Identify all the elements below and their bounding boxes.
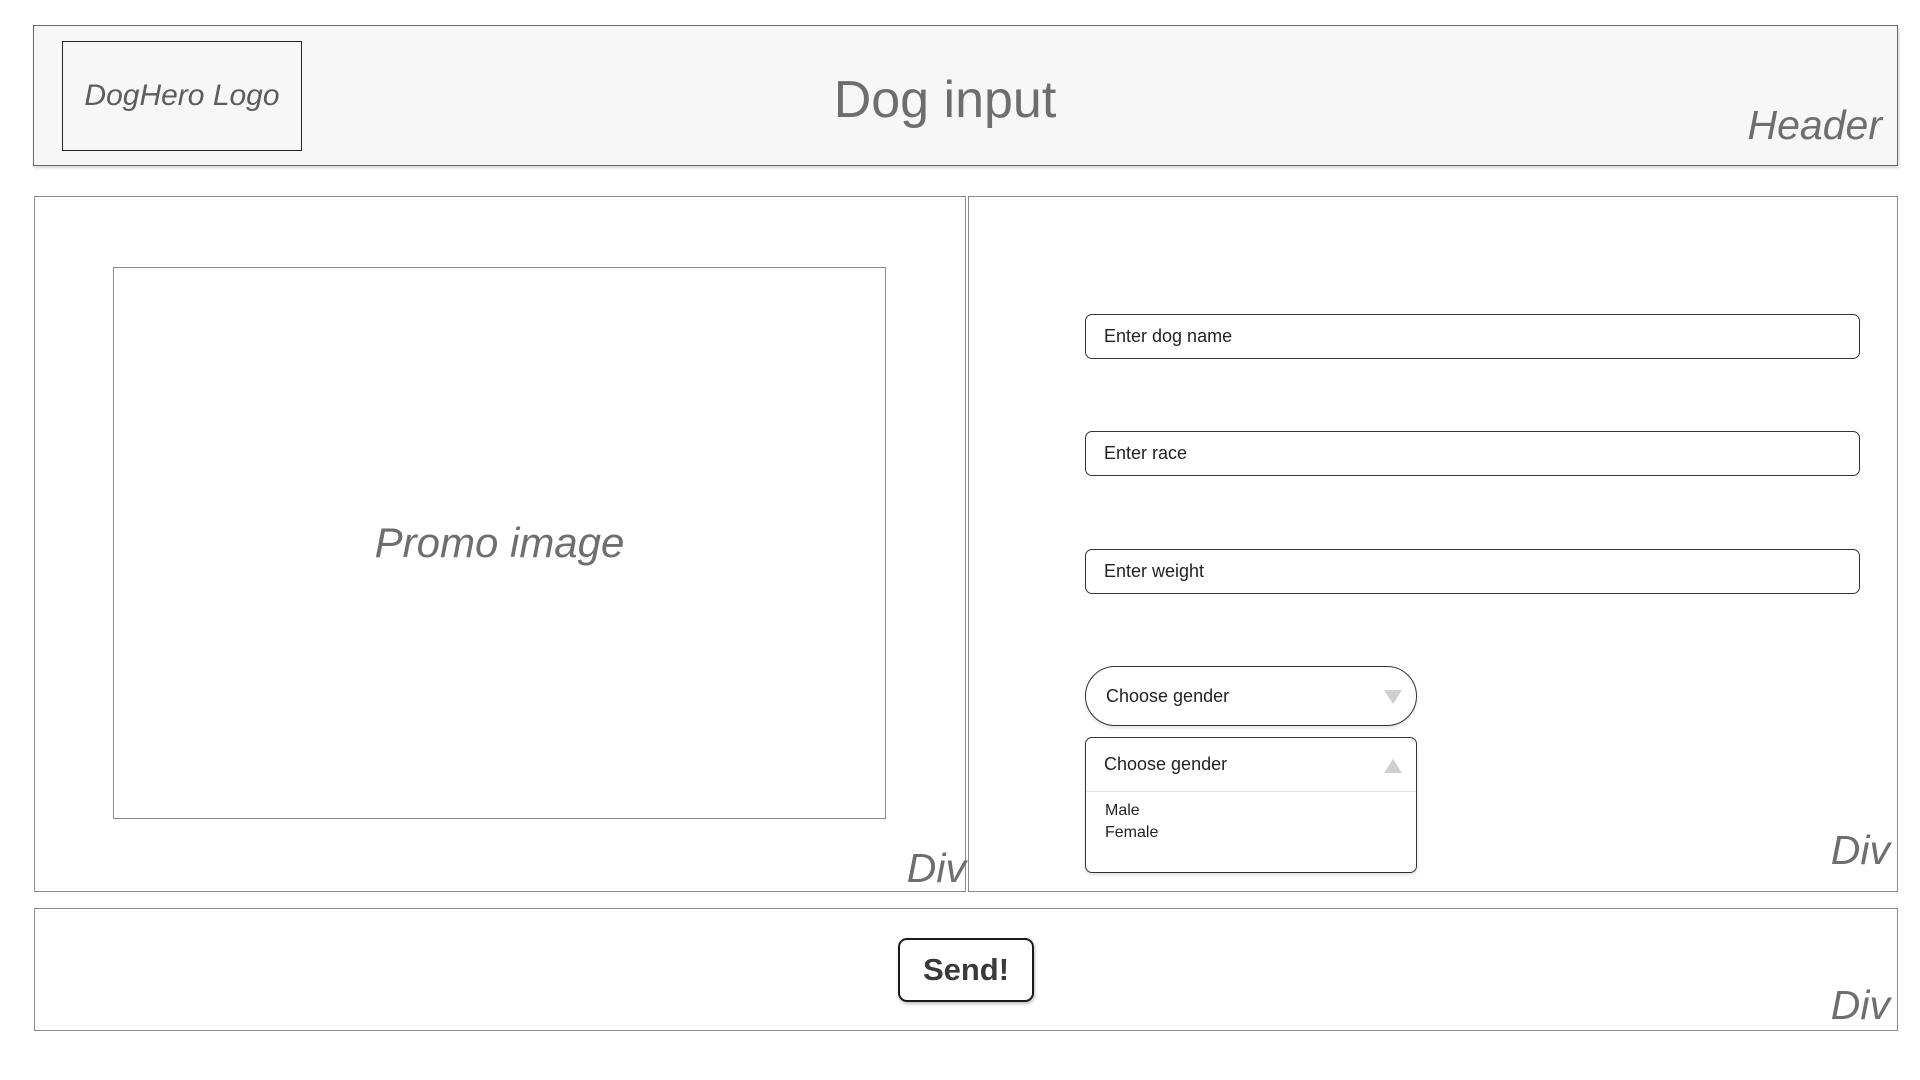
gender-dropdown-header[interactable]: Choose gender [1086,738,1416,792]
header-region-label: Header [1747,102,1882,148]
send-button[interactable]: Send! [898,938,1034,1002]
gender-select-value: Choose gender [1106,685,1230,706]
gender-select[interactable]: Choose gender [1085,666,1417,726]
promo-panel-region-label: Div [906,845,966,891]
promo-image: Promo image [113,267,886,819]
triangle-down-icon[interactable] [1384,690,1402,704]
dog-name-input[interactable]: Enter dog name [1085,314,1860,359]
footer-panel-region-label: Div [1830,982,1890,1028]
weight-input[interactable]: Enter weight [1085,549,1860,594]
form-panel-region-label: Div [1830,827,1890,873]
gender-option-female[interactable]: Female [1105,824,1158,842]
doghero-logo[interactable]: DogHero Logo [62,41,302,151]
gender-dropdown-header-label: Choose gender [1104,754,1228,774]
page-title: Dog input [833,71,1057,129]
gender-option-male[interactable]: Male [1105,802,1140,820]
triangle-up-icon[interactable] [1384,759,1402,773]
race-input[interactable]: Enter race [1085,431,1860,476]
gender-dropdown: Choose gender Male Female [1085,737,1417,873]
